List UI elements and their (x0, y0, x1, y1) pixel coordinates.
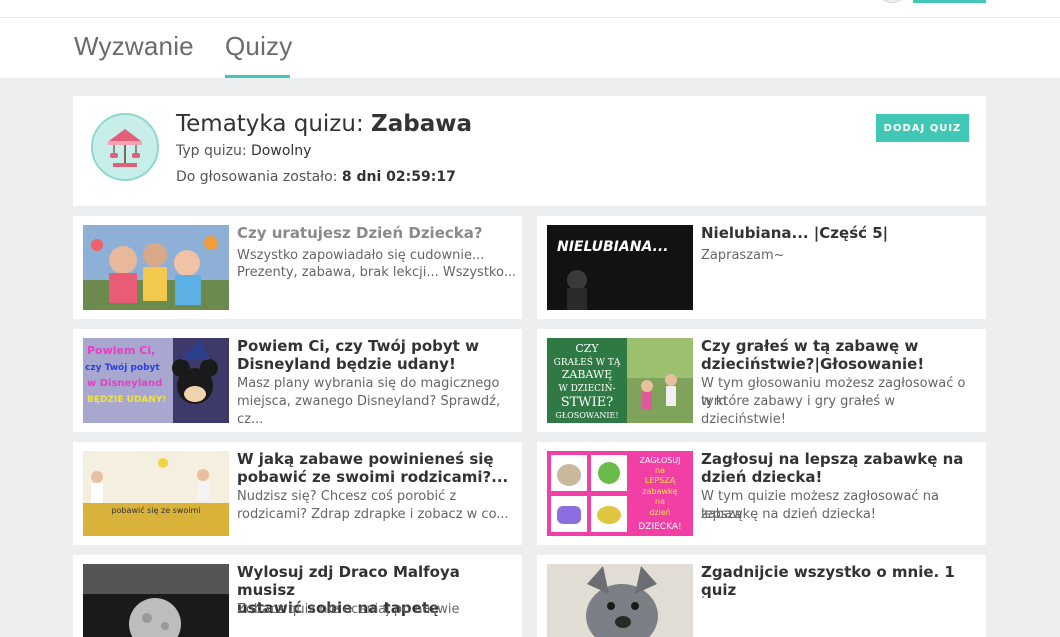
svg-text:STWIE?: STWIE? (561, 395, 614, 410)
quiz-description: . (701, 587, 706, 602)
quiz-thumbnail[interactable] (83, 225, 229, 310)
quiz-card[interactable]: pobawić się ze swoimi W jaką zabawe powi… (73, 442, 522, 545)
theme-panel: Tematyka quizu: Zabawa Typ quizu: Dowoln… (73, 96, 986, 206)
quiz-card[interactable]: Wylosuj zdj Draco Malfoya musisz ustawić … (73, 555, 522, 637)
svg-text:pobawić się ze swoimi: pobawić się ze swoimi (111, 505, 200, 515)
svg-text:ZABAWĘ: ZABAWĘ (562, 368, 613, 381)
quiz-thumbnail[interactable]: NIELUBIANA... (547, 225, 693, 310)
quiz-type: Typ quizu: Dowolny (176, 143, 312, 159)
top-accent-button[interactable] (913, 0, 986, 3)
user-avatar[interactable] (878, 0, 906, 3)
quiz-thumbnail[interactable]: pobawić się ze swoimi (83, 451, 229, 536)
quiz-title[interactable]: Nielubiana... |Część 5| (701, 224, 981, 242)
quiz-description: Masz plany wybrania się do magicznego (237, 376, 500, 391)
quiz-description: Zobacz quiz nie oceniaj po nazwie (237, 602, 460, 617)
quiz-thumbnail[interactable]: ZAGŁOSUJ na LEPSZĄ zabawkę na dzień DZIE… (547, 451, 693, 536)
add-quiz-button[interactable]: DODAJ QUIZ (876, 114, 969, 142)
svg-text:ZAGŁOSUJ: ZAGŁOSUJ (639, 456, 680, 465)
quiz-description: Wszystko zapowiadało się cudownie... (237, 248, 485, 263)
svg-text:na: na (655, 466, 665, 475)
quiz-thumbnail[interactable] (83, 564, 229, 637)
svg-text:W DZIECIŃ-: W DZIECIŃ- (558, 382, 615, 394)
quiz-description: zabawkę na dzień dziecka! (701, 507, 877, 522)
svg-text:LEPSZĄ: LEPSZĄ (645, 476, 676, 485)
quiz-card[interactable]: Czy uratujesz Dzień Dziecka? Wszystko za… (73, 216, 522, 319)
quiz-card[interactable]: Powiem Ci, czy Twój pobyt w Disneyland B… (73, 329, 522, 432)
quiz-title[interactable]: Powiem Ci, czy Twój pobyt w Disneyland bę… (237, 337, 517, 373)
quiz-card[interactable]: Zgadnijcie wszystko o mnie. 1 quiz . (537, 555, 986, 637)
svg-text:zabawkę: zabawkę (642, 487, 677, 496)
tab-challenge[interactable]: Wyzwanie (74, 31, 194, 62)
svg-text:w Disneyland: w Disneyland (87, 378, 162, 389)
quiz-title[interactable]: Czy uratujesz Dzień Dziecka? (237, 224, 517, 242)
svg-text:Powiem Ci,: Powiem Ci, (87, 344, 155, 357)
svg-text:GŁOSOWANIE!: GŁOSOWANIE! (555, 411, 618, 420)
quiz-description: Zapraszam~ (701, 248, 785, 263)
svg-text:BĘDZIE UDANY!: BĘDZIE UDANY! (87, 395, 167, 405)
quiz-card[interactable]: CZY GRAŁEŚ W TĄ ZABAWĘ W DZIECIŃ- STWIE?… (537, 329, 986, 432)
quiz-description: Prezenty, zabawa, brak lekcji... Wszystk… (237, 265, 517, 280)
theme-title: Tematyka quizu: Zabawa (176, 111, 472, 137)
carousel-icon (91, 113, 159, 181)
quiz-card[interactable]: NIELUBIANA... Nielubiana... |Część 5| Za… (537, 216, 986, 319)
quiz-description: Nudzisz się? Chcesz coś porobić z (237, 489, 457, 504)
thumbnail-caption: NIELUBIANA... (557, 239, 669, 255)
quiz-thumbnail[interactable]: CZY GRAŁEŚ W TĄ ZABAWĘ W DZIECIŃ- STWIE?… (547, 338, 693, 423)
quiz-title[interactable]: W jaką zabawe powinieneś się pobawić ze s… (237, 450, 517, 486)
svg-text:GRAŁEŚ W TĄ: GRAŁEŚ W TĄ (554, 356, 621, 368)
quiz-card[interactable]: ZAGŁOSUJ na LEPSZĄ zabawkę na dzień DZIE… (537, 442, 986, 545)
top-bar (0, 0, 1060, 18)
quiz-title[interactable]: Zagłosuj na lepszą zabawkę na dzień dziec… (701, 450, 981, 486)
voting-countdown: Do głosowania zostało: 8 dni 02:59:17 (176, 169, 456, 185)
tab-quizzes[interactable]: Quizy (225, 31, 292, 62)
svg-text:dzień: dzień (649, 508, 671, 517)
svg-text:czy Twój pobyt: czy Twój pobyt (85, 362, 160, 373)
quiz-description: rodzicami? Zdrap zdrapke i zobacz w co..… (237, 507, 509, 522)
quiz-description: miejsca, zwanego Disneyland? Sprawdź, cz… (237, 394, 501, 427)
quiz-title[interactable]: Czy grałeś w tą zabawę w dzieciństwie?|Gł… (701, 337, 981, 373)
quiz-thumbnail[interactable]: Powiem Ci, czy Twój pobyt w Disneyland B… (83, 338, 229, 423)
active-tab-indicator (225, 75, 290, 78)
svg-text:DZIECKA!: DZIECKA! (638, 522, 681, 532)
quiz-thumbnail[interactable] (547, 564, 693, 637)
theme-name: Zabawa (371, 111, 472, 137)
tabs-bar: Wyzwanie Quizy (0, 18, 1060, 78)
svg-text:CZY: CZY (575, 342, 599, 355)
svg-text:na: na (655, 497, 665, 506)
quiz-description: w które zabawy i gry grałeś w dzieciństw… (701, 394, 895, 427)
